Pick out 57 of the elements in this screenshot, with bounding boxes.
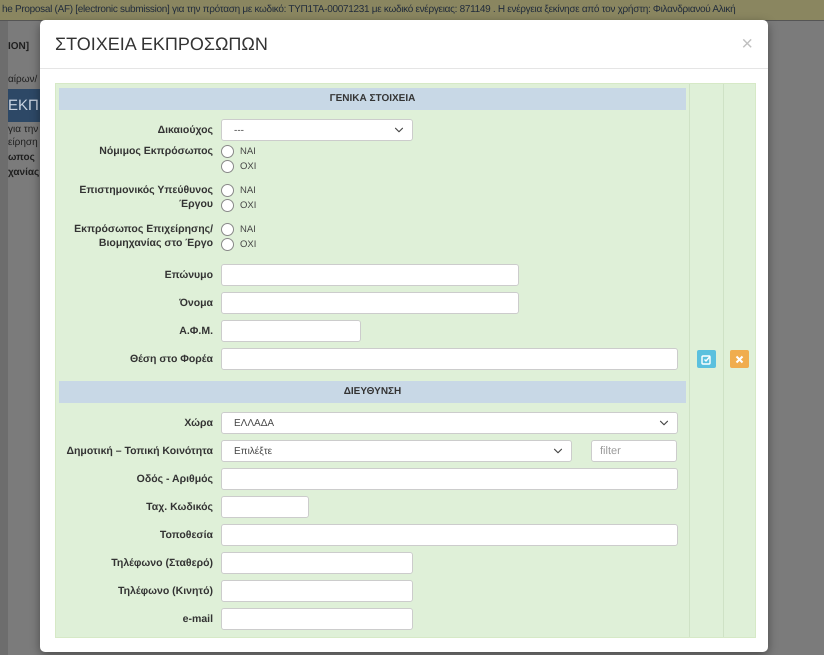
field-label: Νόμιμος Εκπρόσωπος bbox=[98, 144, 213, 158]
input-field[interactable] bbox=[221, 496, 309, 518]
field-label: Ταχ. Κωδικός bbox=[145, 500, 213, 514]
background-text: ΙΟΝ] bbox=[8, 40, 30, 54]
field-label: Τηλέφωνο (Κινητό) bbox=[116, 584, 213, 598]
field-label: Επώνυμο bbox=[164, 268, 213, 282]
radio-option[interactable]: ΟΧΙ bbox=[221, 160, 686, 173]
field-label: Εκπρόσωπος Επιχείρησης/ Βιομηχανίας στο Έργο bbox=[73, 222, 213, 250]
radio-button[interactable] bbox=[221, 160, 234, 173]
radio-option[interactable]: ΟΧΙ bbox=[221, 199, 686, 212]
section-header: ΓΕΝΙΚΑ ΣΤΟΙΧΕΙΑ bbox=[59, 88, 686, 110]
background-text: είρηση bbox=[8, 137, 39, 148]
delete-button[interactable] bbox=[730, 350, 749, 368]
dropdown[interactable]: --- bbox=[221, 119, 413, 141]
input-field[interactable] bbox=[221, 524, 678, 546]
section-header: ΔΙΕΥΘΥΝΣΗ bbox=[59, 381, 686, 403]
dropdown[interactable]: ΕΛΛΑΔΑ bbox=[221, 412, 678, 434]
radio-button[interactable] bbox=[221, 145, 234, 158]
input-field[interactable] bbox=[221, 320, 361, 342]
background-text: αίρων/ bbox=[8, 73, 38, 87]
radio-option[interactable]: ΝΑΙ bbox=[221, 145, 686, 158]
field-label: Δημοτική – Τοπική Κοινότητα bbox=[65, 444, 213, 458]
radio-button[interactable] bbox=[221, 223, 234, 236]
checkbox-edit-icon bbox=[701, 354, 712, 364]
dropdown[interactable]: Επιλέξτε bbox=[221, 440, 572, 462]
field-label: Χώρα bbox=[183, 416, 213, 430]
dialog-title: ΣΤΟΙΧΕΙΑ ΕΚΠΡΟΣΩΠΩΝ bbox=[55, 34, 268, 54]
field-label: Επιστημονικός Υπεύθυνος Έργου bbox=[78, 183, 213, 211]
radio-button[interactable] bbox=[221, 184, 234, 197]
input-field[interactable] bbox=[221, 292, 519, 314]
radio-option[interactable]: ΟΧΙ bbox=[221, 238, 686, 251]
close-icon bbox=[735, 354, 744, 364]
radio-option[interactable]: ΝΑΙ bbox=[221, 184, 686, 197]
notice-banner: he Proposal (AF) [electronic submission] για την πρόταση με κωδικό: ΤΥΠ1ΤΑ-00071231 με κωδικό ενέργειας: 871149 . Η ενέργεια ξεκίνησε από τον χρήστη: Φιλανδριανού Αλική bbox=[0, 0, 824, 21]
radio-option[interactable]: ΝΑΙ bbox=[221, 223, 686, 236]
field-label: Όνομα bbox=[178, 296, 213, 310]
field-label: Α.Φ.Μ. bbox=[178, 324, 213, 338]
field-label: Οδός - Αριθμός bbox=[136, 472, 213, 486]
radio-button[interactable] bbox=[221, 238, 234, 251]
field-label: e-mail bbox=[182, 612, 213, 626]
input-field[interactable] bbox=[221, 264, 519, 286]
field-label: Τηλέφωνο (Σταθερό) bbox=[110, 556, 213, 570]
input-field[interactable] bbox=[221, 552, 413, 574]
input-field[interactable] bbox=[221, 468, 678, 490]
edit-button[interactable] bbox=[697, 350, 716, 368]
filter-field[interactable]: filter bbox=[591, 440, 677, 462]
background-text: για την bbox=[8, 124, 40, 135]
field-label: Θέση στο Φορέα bbox=[128, 352, 213, 366]
background-text: ωπος bbox=[8, 152, 36, 163]
background-text: ΕΚΠ bbox=[8, 89, 40, 122]
background-text: χανίας bbox=[8, 167, 40, 178]
input-field[interactable] bbox=[221, 580, 413, 602]
field-label: Δικαιούχος bbox=[156, 123, 213, 137]
radio-button[interactable] bbox=[221, 199, 234, 212]
input-field[interactable] bbox=[221, 608, 413, 630]
input-field[interactable] bbox=[221, 348, 678, 370]
field-label: Τοποθεσία bbox=[158, 528, 213, 542]
